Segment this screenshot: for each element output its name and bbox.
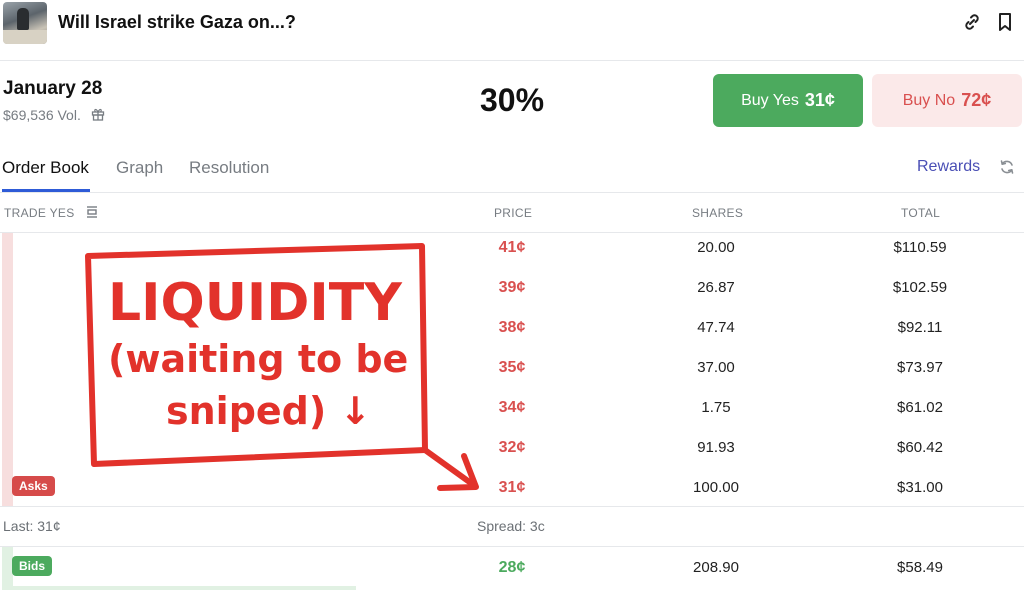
spread-divider-top [0,506,1024,507]
ask-total: $60.42 [897,439,943,456]
spread-divider-bottom [0,546,1024,547]
market-title: Will Israel strike Gaza on...? [58,12,296,32]
column-total: TOTAL [901,206,941,220]
ask-total: $102.59 [892,279,948,296]
tab-graph[interactable]: Graph [116,158,163,178]
refresh-icon[interactable] [999,159,1015,175]
ask-total: $61.02 [897,399,943,416]
bid-shares: 208.90 [693,559,739,576]
buy-no-price: 72¢ [961,90,992,110]
bid-price: 28¢ [498,559,526,576]
ask-total: $92.11 [897,319,943,336]
ask-shares: 91.93 [697,439,735,456]
collapse-icon[interactable] [85,205,99,219]
gift-icon [91,108,105,121]
tabs-divider [0,192,1024,193]
annotation-line-2: (waiting to be [108,337,408,381]
annotation-line-1: LIQUIDITY [108,273,403,333]
buy-yes-price: 31¢ [804,90,835,110]
bookmark-icon[interactable] [996,12,1014,32]
ask-total: $110.59 [893,239,947,256]
link-icon[interactable] [962,12,982,32]
ask-shares: 26.87 [697,279,735,296]
tab-order-book[interactable]: Order Book [2,158,89,178]
last-price: Last: 31¢ [3,518,61,534]
ask-shares: 100.00 [693,479,739,496]
asks-badge: Asks [12,476,55,496]
market-volume: $69,536 Vol. [3,107,81,123]
spread-value: Spread: 3c [477,518,545,534]
ask-shares: 20.00 [697,239,735,256]
bids-badge: Bids [12,556,53,576]
header-row-divider [0,232,1024,233]
column-shares: SHARES [692,206,744,220]
buy-yes-button[interactable]: Buy Yes 31¢ [713,74,863,127]
tab-bar: Order Book Graph Resolution [0,150,1024,192]
header-divider [0,60,1024,61]
ask-total: $31.00 [897,479,943,496]
annotation-line-3: sniped) ↓ [166,389,371,433]
thumbnail-figure [17,8,29,30]
thumbnail-rubble [3,30,47,44]
rewards-link[interactable]: Rewards [917,158,980,176]
chance-percentage: 30% [480,82,545,118]
liquidity-annotation: LIQUIDITY (waiting to be sniped) ↓ [85,243,479,491]
ask-shares: 47.74 [697,319,735,336]
column-trade-yes: TRADE YES [4,206,75,220]
market-date: January 28 [3,78,103,99]
ask-total: $73.97 [897,359,943,376]
buy-no-button[interactable]: Buy No 72¢ [872,74,1022,127]
ask-shares: 1.75 [701,399,731,416]
tab-resolution[interactable]: Resolution [189,158,269,178]
market-thumbnail [3,2,47,44]
buy-yes-label: Buy Yes [741,91,799,109]
column-price: PRICE [494,206,533,220]
bid-row[interactable]: 28¢ 208.90 $58.49 [0,554,1024,590]
ask-shares: 37.00 [697,359,735,376]
buy-no-label: Buy No [902,91,956,109]
market-header: Will Israel strike Gaza on...? [0,0,1024,44]
bid-total: $58.49 [897,559,943,576]
